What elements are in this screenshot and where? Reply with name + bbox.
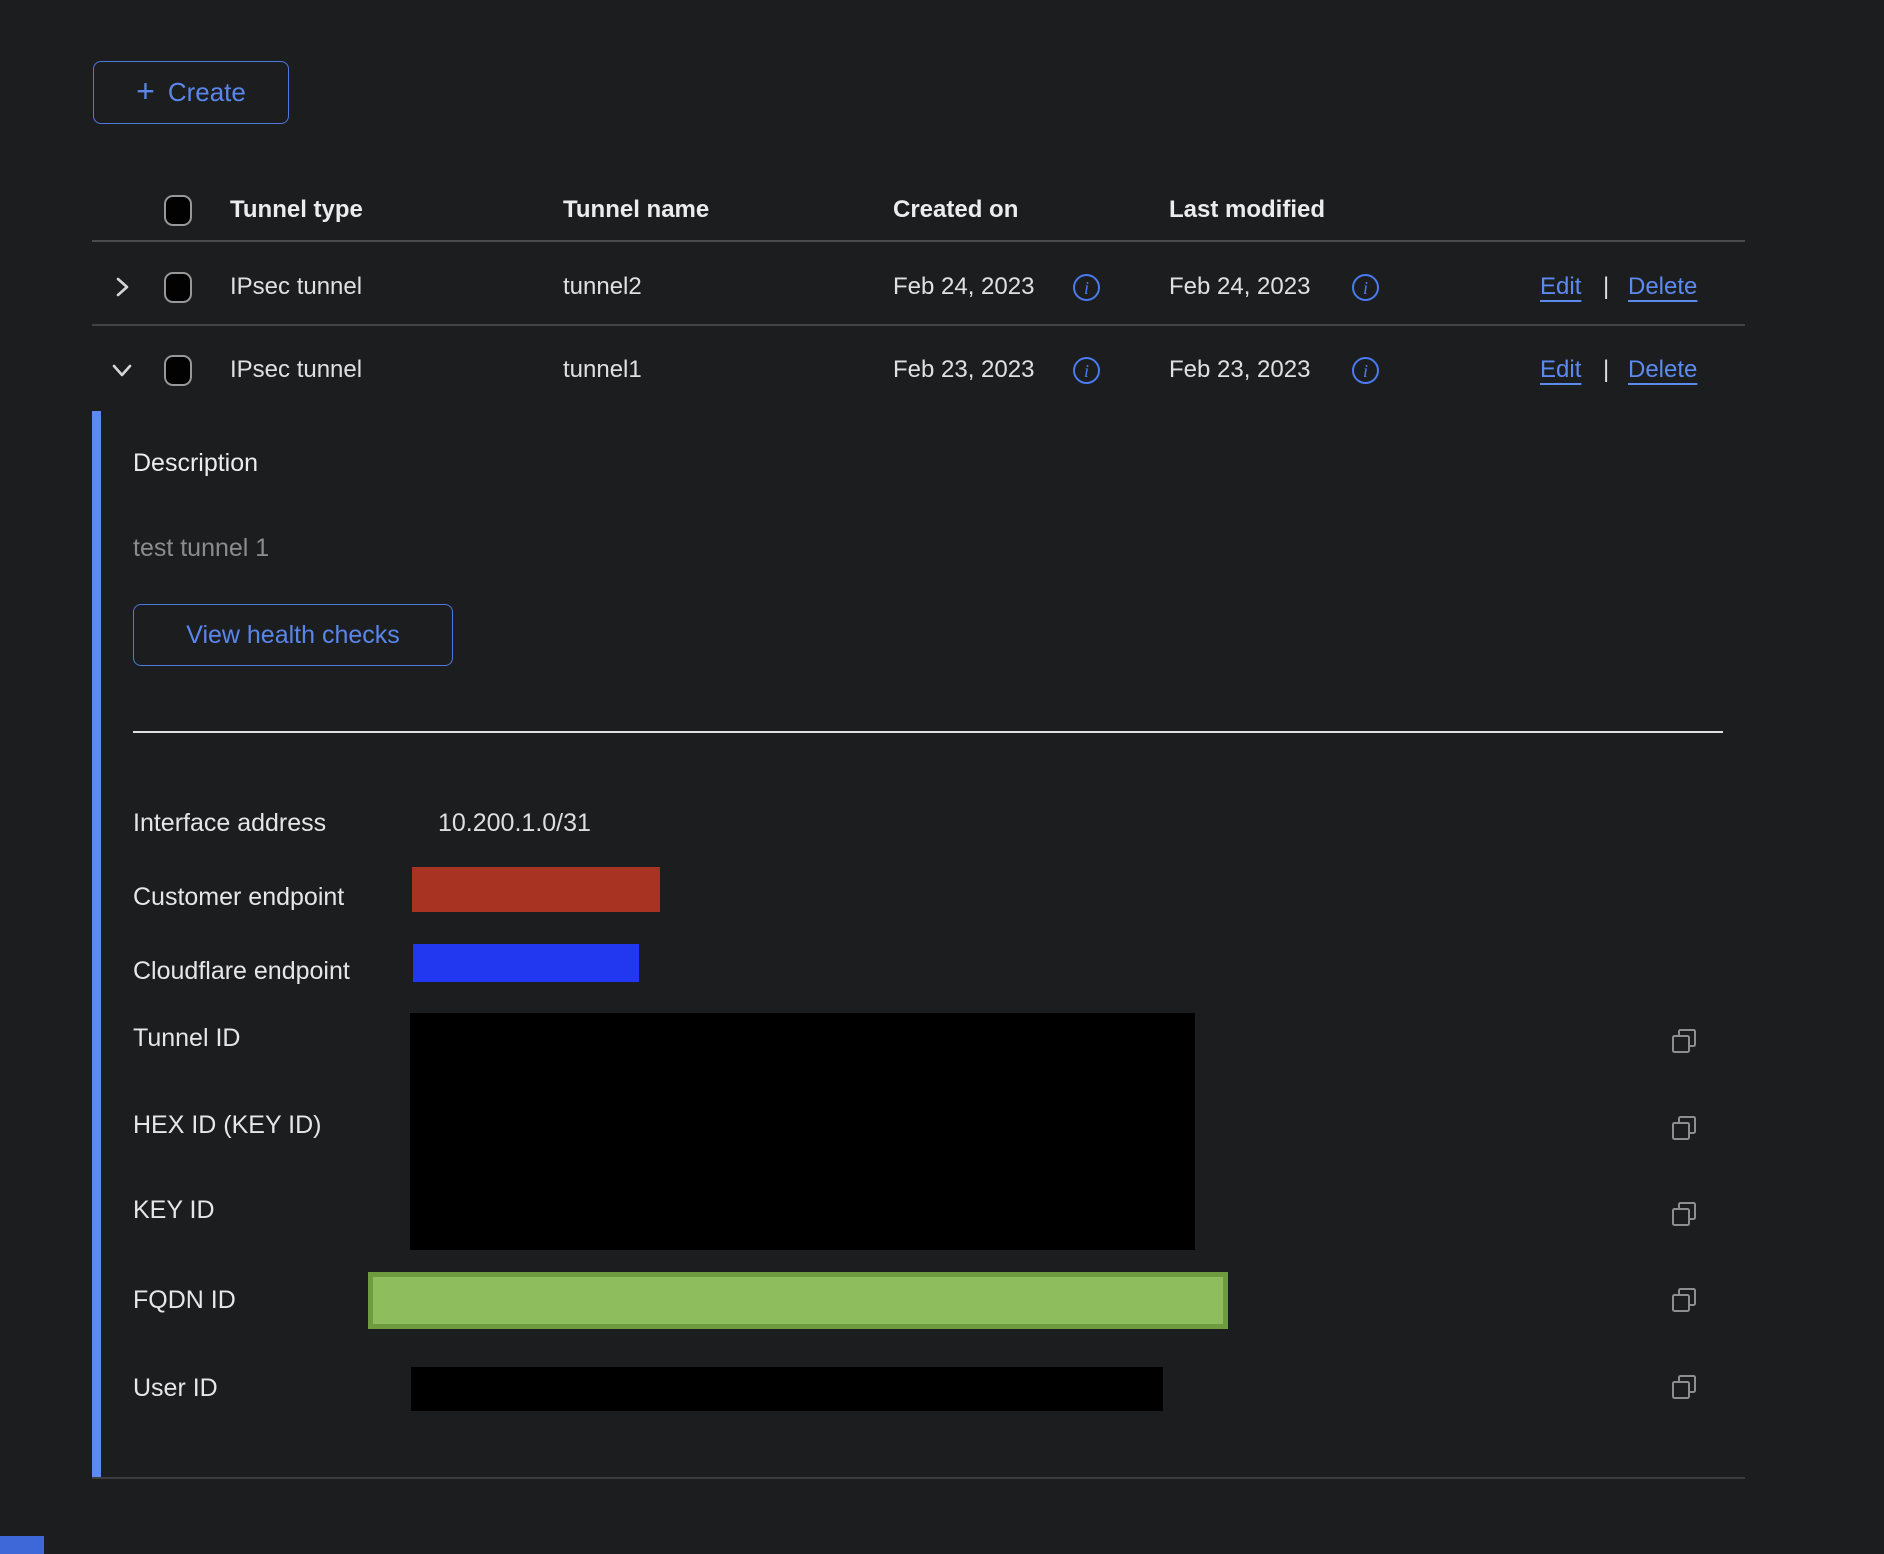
edit-link[interactable]: Edit	[1540, 355, 1581, 385]
id-values-redaction	[410, 1013, 1195, 1250]
create-button[interactable]: + Create	[93, 61, 289, 124]
cloudflare-endpoint-label: Cloudflare endpoint	[133, 956, 350, 986]
copy-icon[interactable]	[1668, 1112, 1700, 1144]
user-id-redaction	[411, 1367, 1163, 1411]
created-on-cell: Feb 23, 2023	[893, 355, 1034, 385]
column-header-created-on: Created on	[893, 195, 1018, 225]
hex-id-label: HEX ID (KEY ID)	[133, 1110, 321, 1140]
select-all-checkbox[interactable]	[164, 195, 192, 226]
cloudflare-endpoint-redaction	[413, 944, 639, 982]
edit-link[interactable]: Edit	[1540, 272, 1581, 302]
tunnels-page: { "colors": { "accent_blue": "#5a86ec", …	[0, 0, 1884, 1554]
section-divider	[133, 731, 1723, 733]
info-icon[interactable]: i	[1352, 357, 1379, 384]
tunnel-name-cell: tunnel1	[563, 355, 642, 385]
key-id-label: KEY ID	[133, 1195, 215, 1225]
created-on-cell: Feb 24, 2023	[893, 272, 1034, 302]
expand-chevron-right-icon[interactable]	[107, 272, 137, 302]
delete-link[interactable]: Delete	[1628, 355, 1697, 385]
header-divider	[92, 240, 1745, 242]
customer-endpoint-redaction	[412, 867, 660, 912]
tunnel-id-label: Tunnel ID	[133, 1023, 240, 1053]
row-divider	[92, 324, 1745, 326]
action-separator: |	[1603, 355, 1609, 385]
interface-address-label: Interface address	[133, 808, 326, 838]
fqdn-id-redaction	[368, 1272, 1228, 1329]
customer-endpoint-label: Customer endpoint	[133, 882, 344, 912]
row-checkbox[interactable]	[164, 272, 192, 303]
copy-icon[interactable]	[1668, 1371, 1700, 1403]
collapse-chevron-down-icon[interactable]	[107, 355, 137, 385]
tunnel-type-cell: IPsec tunnel	[230, 272, 362, 302]
create-button-label: Create	[168, 77, 246, 108]
copy-icon[interactable]	[1668, 1025, 1700, 1057]
interface-address-value: 10.200.1.0/31	[438, 808, 591, 838]
description-value: test tunnel 1	[133, 533, 269, 563]
user-id-label: User ID	[133, 1373, 218, 1403]
info-icon[interactable]: i	[1073, 274, 1100, 301]
column-header-last-modified: Last modified	[1169, 195, 1325, 225]
info-icon[interactable]: i	[1073, 357, 1100, 384]
copy-icon[interactable]	[1668, 1284, 1700, 1316]
fqdn-id-label: FQDN ID	[133, 1285, 236, 1315]
delete-link[interactable]: Delete	[1628, 272, 1697, 302]
view-health-checks-button[interactable]: View health checks	[133, 604, 453, 666]
column-header-tunnel-type: Tunnel type	[230, 195, 363, 225]
description-label: Description	[133, 448, 258, 478]
copy-icon[interactable]	[1668, 1198, 1700, 1230]
last-modified-cell: Feb 24, 2023	[1169, 272, 1310, 302]
bottom-left-accent-fragment	[0, 1536, 44, 1554]
tunnel-type-cell: IPsec tunnel	[230, 355, 362, 385]
table-bottom-divider	[92, 1477, 1745, 1479]
column-header-tunnel-name: Tunnel name	[563, 195, 709, 225]
last-modified-cell: Feb 23, 2023	[1169, 355, 1310, 385]
tunnel-name-cell: tunnel2	[563, 272, 642, 302]
expanded-row-accent-bar	[92, 411, 101, 1478]
plus-icon: +	[136, 75, 155, 107]
row-checkbox[interactable]	[164, 355, 192, 386]
action-separator: |	[1603, 272, 1609, 302]
info-icon[interactable]: i	[1352, 274, 1379, 301]
